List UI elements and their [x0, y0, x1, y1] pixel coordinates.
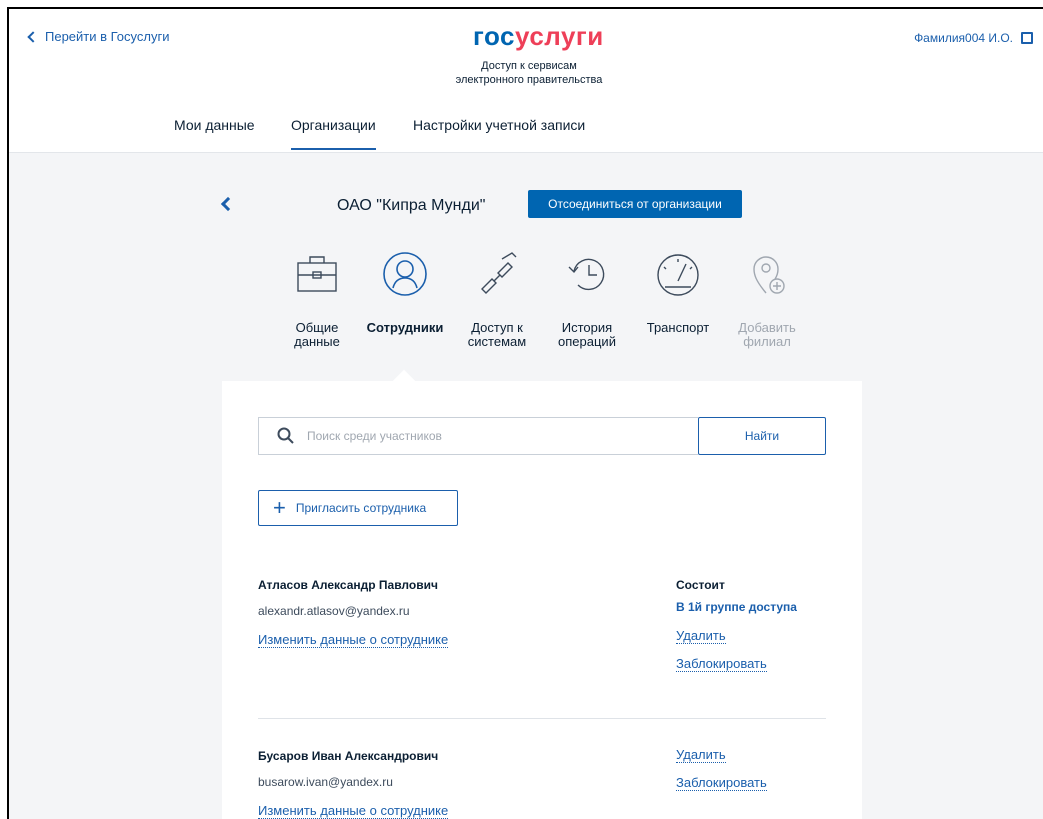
search-input[interactable] — [307, 429, 687, 443]
tagline: Доступ к сервисам электронного правитель… — [409, 59, 649, 87]
user-menu[interactable]: Фамилия004 И.О. — [914, 31, 1033, 45]
tab-transport[interactable]: Транспорт — [639, 249, 717, 335]
speedometer-icon — [657, 254, 699, 296]
org-back-icon[interactable] — [220, 196, 236, 212]
gosuslugi-logo[interactable]: госуслуги — [473, 21, 604, 52]
tab-add-branch[interactable]: Добавить филиал — [731, 249, 803, 349]
logo-part-uslugi: услуги — [515, 21, 604, 51]
tab-operations-history[interactable]: История операций — [549, 249, 625, 349]
edit-employee-link[interactable]: Изменить данные о сотруднике — [258, 803, 449, 819]
divider — [258, 718, 826, 719]
tagline-line-1: Доступ к сервисам — [481, 60, 577, 72]
detach-org-button[interactable]: Отсоединиться от организации — [528, 190, 742, 218]
find-button[interactable]: Найти — [698, 417, 826, 455]
location-add-icon — [753, 256, 785, 294]
search-icon — [277, 427, 294, 444]
tab-label: Сотрудники — [366, 320, 444, 335]
tab-label: Общие данные — [294, 320, 340, 349]
exit-icon[interactable] — [1021, 32, 1033, 44]
tab-general-data[interactable]: Общие данные — [281, 249, 353, 349]
org-tabs: Общие данные Сотрудники Доступ к система… — [9, 249, 1043, 379]
back-to-gosuslugi-link[interactable]: Перейти в Госуслуги — [25, 29, 169, 44]
org-name: ОАО "Кипра Мунди" — [337, 197, 486, 214]
block-employee-link[interactable]: Заблокировать — [676, 656, 767, 672]
tab-label: Добавить филиал — [738, 320, 796, 349]
invite-label: Пригласить сотрудника — [295, 501, 427, 515]
app-window: Перейти в Госуслуги госуслуги Доступ к с… — [7, 7, 1043, 819]
employee-row: Бусаров Иван Александрович busarow.ivan@… — [258, 747, 826, 819]
invite-employee-button[interactable]: + Пригласить сотрудника — [258, 490, 458, 526]
employee-email: busarow.ivan@yandex.ru — [258, 775, 393, 789]
access-group-link[interactable]: В 1й группе доступа — [676, 600, 797, 614]
chevron-left-icon — [27, 30, 39, 43]
nav-item-my-data[interactable]: Мои данные — [174, 117, 255, 153]
tab-system-access[interactable]: Доступ к системам — [459, 249, 535, 349]
nav-item-organizations[interactable]: Организации — [291, 117, 376, 153]
delete-employee-link[interactable]: Удалить — [676, 747, 726, 763]
employee-email: alexandr.atlasov@yandex.ru — [258, 604, 410, 618]
plus-icon: + — [273, 495, 286, 520]
tab-label: История операций — [558, 320, 616, 349]
search-box — [258, 417, 698, 455]
employees-panel: Найти + Пригласить сотрудника Атласов Ал… — [222, 381, 862, 819]
employee-row: Атласов Александр Павлович alexandr.atla… — [258, 578, 826, 698]
employee-name: Бусаров Иван Александрович — [258, 749, 439, 763]
user-circle-icon — [383, 252, 427, 296]
delete-employee-link[interactable]: Удалить — [676, 628, 726, 644]
tagline-line-2: электронного правительства — [455, 74, 603, 86]
nav-item-account-settings[interactable]: Настройки учетной записи — [413, 117, 585, 153]
back-link-label: Перейти в Госуслуги — [45, 29, 170, 44]
briefcase-icon — [297, 256, 337, 292]
user-name: Фамилия004 И.О. — [914, 31, 1013, 45]
header: Перейти в Госуслуги госуслуги Доступ к с… — [9, 9, 1043, 153]
main-nav: Мои данные Организации Настройки учетной… — [9, 117, 1043, 153]
tab-label: Доступ к системам — [467, 320, 527, 349]
employee-name: Атласов Александр Павлович — [258, 578, 438, 592]
edit-employee-link[interactable]: Изменить данные о сотруднике — [258, 632, 449, 648]
block-employee-link[interactable]: Заблокировать — [676, 775, 767, 791]
history-icon — [568, 258, 605, 291]
tab-label: Транспорт — [646, 320, 710, 335]
link-icon — [481, 252, 517, 294]
logo-part-gos: гос — [473, 21, 515, 51]
tab-employees[interactable]: Сотрудники — [361, 249, 449, 335]
employee-status: Состоит — [676, 578, 725, 592]
